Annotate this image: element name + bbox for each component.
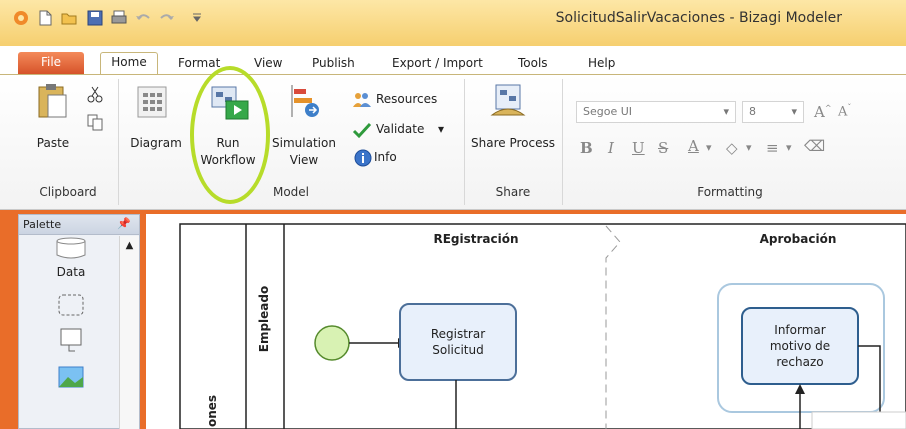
paste-icon[interactable] <box>36 83 70 121</box>
ribbon-home: Paste Clipboard Diagram Run Workflow Sim… <box>0 74 906 210</box>
group-clipboard-label: Clipboard <box>39 185 97 199</box>
chevron-down-icon[interactable]: ▾ <box>786 141 792 154</box>
group-separator <box>562 79 563 205</box>
chevron-down-icon[interactable]: ▾ <box>438 121 444 138</box>
lane-empleado-label: Empleado <box>257 285 271 353</box>
group-share-label: Share <box>495 185 531 199</box>
tab-home[interactable]: Home <box>100 52 158 76</box>
underline-icon[interactable]: U <box>632 139 645 157</box>
share-process-button[interactable]: Share Process <box>466 135 560 152</box>
palette-data-label: Data <box>56 265 86 279</box>
paste-button[interactable]: Paste <box>30 135 76 152</box>
font-color-icon[interactable]: A <box>688 137 699 155</box>
task-informar-label: Informar motivo de rechazo <box>742 322 858 370</box>
strikethrough-icon[interactable]: S <box>658 139 668 157</box>
bold-icon[interactable]: B <box>580 139 593 157</box>
diagram-button[interactable]: Diagram <box>126 135 186 152</box>
simulation-view-button[interactable]: Simulation View <box>266 135 342 169</box>
lane-aprobacion-title: Aprobación <box>759 232 837 246</box>
chevron-down-icon[interactable]: ▾ <box>746 141 752 154</box>
grow-font-icon[interactable]: A^ <box>814 103 832 121</box>
chevron-down-icon: ▾ <box>791 105 797 118</box>
group-shape-icon[interactable] <box>57 293 85 317</box>
info-button[interactable]: Info <box>374 149 397 166</box>
cut-icon[interactable] <box>86 85 104 103</box>
align-icon[interactable]: ≡ <box>766 139 779 157</box>
font-family-select[interactable]: Segoe UI ▾ <box>576 101 736 123</box>
font-size-value: 8 <box>749 105 756 118</box>
palette-scrollbar[interactable]: ▲ <box>119 236 139 429</box>
group-formatting-label: Formatting <box>697 185 763 199</box>
italic-icon[interactable]: I <box>608 139 614 157</box>
chevron-up-icon[interactable]: ▲ <box>120 240 139 251</box>
window-title: SolicitudSalirVacaciones - Bizagi Modele… <box>555 10 842 26</box>
lane-registracion-title: REgistración <box>433 232 519 246</box>
info-icon[interactable] <box>354 149 372 167</box>
simulation-view-icon[interactable] <box>288 83 322 119</box>
font-family-value: Segoe UI <box>583 105 633 118</box>
pool-name-label: ones <box>205 394 219 428</box>
ribbon-tabs: File Home Format View Publish Export / I… <box>0 50 906 76</box>
data-store-icon[interactable] <box>55 237 87 259</box>
annotation-icon[interactable] <box>57 327 85 353</box>
partial-shape <box>811 411 906 429</box>
copy-icon[interactable] <box>86 113 104 131</box>
fill-color-icon[interactable]: ◇ <box>726 139 738 157</box>
validate-check-icon[interactable] <box>352 121 372 139</box>
palette-panel: Palette 📌 ▲ Data <box>18 214 140 429</box>
task-informar-line-3: rechazo <box>776 355 824 369</box>
task-informar-line-1: Informar <box>774 323 826 337</box>
shrink-font-icon[interactable]: Aˇ <box>838 103 851 119</box>
image-icon[interactable] <box>57 365 85 389</box>
task-informar-line-2: motivo de <box>769 339 831 353</box>
task-registrar-label: Registrar Solicitud <box>400 326 516 358</box>
tab-view[interactable]: View <box>244 54 292 74</box>
chevron-down-icon[interactable]: ▾ <box>706 141 712 154</box>
tab-help[interactable]: Help <box>578 54 625 74</box>
start-event <box>314 325 350 361</box>
chevron-down-icon: ▾ <box>723 105 729 118</box>
palette-title: Palette <box>23 218 62 231</box>
title-bar: SolicitudSalirVacaciones - Bizagi Modele… <box>0 0 906 46</box>
diagram-icon[interactable] <box>136 85 168 119</box>
tab-export-import[interactable]: Export / Import <box>382 54 493 74</box>
tab-tools[interactable]: Tools <box>508 54 558 74</box>
task-registrar-line-2: Solicitud <box>432 343 484 357</box>
resources-icon[interactable] <box>352 91 372 109</box>
diagram-canvas[interactable]: REgistración Aprobación Empleado ones Re… <box>146 214 906 429</box>
validate-button[interactable]: Validate <box>376 121 424 138</box>
pin-icon[interactable]: 📌 <box>117 217 131 230</box>
resources-button[interactable]: Resources <box>376 91 437 108</box>
tab-file[interactable]: File <box>18 52 84 74</box>
simulation-label-1: Simulation <box>272 136 336 150</box>
workspace: Palette 📌 ▲ Data REgistración Aprobación… <box>0 210 906 429</box>
highlight-ellipse <box>190 66 270 204</box>
font-size-select[interactable]: 8 ▾ <box>742 101 804 123</box>
palette-header: Palette 📌 <box>19 215 139 235</box>
share-process-icon[interactable] <box>490 83 526 119</box>
eraser-icon[interactable]: ⌫ <box>804 137 825 155</box>
task-registrar-line-1: Registrar <box>430 327 486 341</box>
tab-publish[interactable]: Publish <box>302 54 365 74</box>
simulation-label-2: View <box>289 153 319 167</box>
group-model-label: Model <box>272 185 310 199</box>
